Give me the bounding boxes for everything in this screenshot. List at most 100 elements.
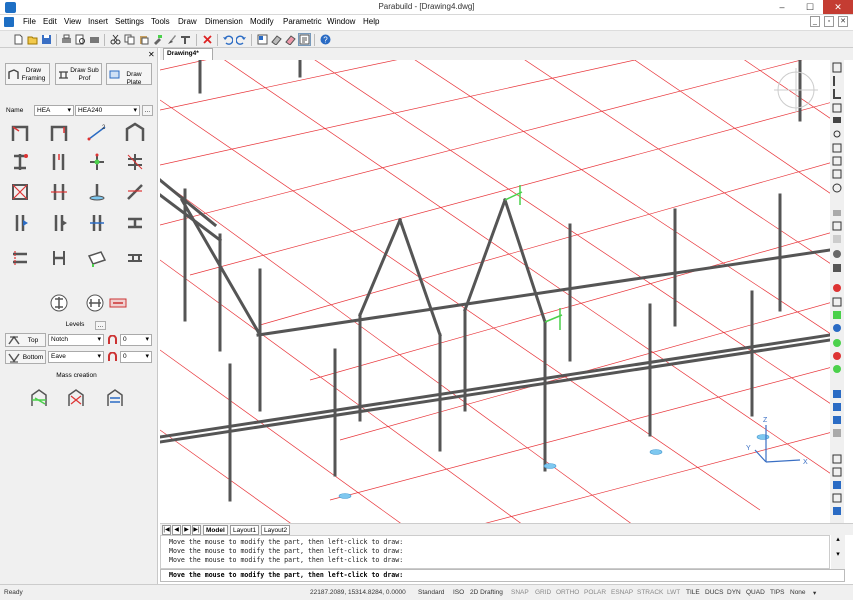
- status-workspace[interactable]: 2D Drafting: [470, 589, 503, 596]
- redo-icon[interactable]: [236, 34, 247, 45]
- tab-layout2[interactable]: Layout2: [261, 525, 291, 535]
- menu-tools[interactable]: Tools: [151, 17, 170, 26]
- mass-bracing-icon[interactable]: [66, 386, 88, 408]
- toggle-lwt[interactable]: LWT: [667, 589, 680, 596]
- connection-point-icon[interactable]: [86, 151, 108, 173]
- rotated-plate-icon[interactable]: [86, 247, 108, 269]
- twin-column-icon[interactable]: [48, 181, 70, 203]
- toggle-quad[interactable]: QUAD: [746, 589, 765, 596]
- paste-icon[interactable]: [138, 34, 149, 45]
- toggle-grid[interactable]: GRID: [535, 589, 551, 596]
- menu-help[interactable]: Help: [363, 17, 379, 26]
- delete-icon[interactable]: [202, 34, 213, 45]
- column-section-icon[interactable]: [9, 151, 31, 173]
- top-snap-icon[interactable]: [107, 335, 118, 345]
- bottom-value-input[interactable]: 0: [120, 351, 152, 363]
- mass-portal-icon[interactable]: [29, 386, 51, 408]
- insert-column-icon[interactable]: [48, 292, 70, 314]
- help-icon[interactable]: ?: [320, 34, 331, 45]
- first-tab-button[interactable]: |◀: [162, 525, 171, 535]
- open-icon[interactable]: [27, 34, 38, 45]
- menu-file[interactable]: File: [23, 17, 36, 26]
- column-pair-icon[interactable]: [48, 151, 70, 173]
- menu-dimension[interactable]: Dimension: [205, 17, 243, 26]
- toggle-ortho[interactable]: ORTHO: [556, 589, 579, 596]
- frame-corner-icon[interactable]: [48, 121, 70, 143]
- menu-insert[interactable]: Insert: [88, 17, 108, 26]
- toggle-polar[interactable]: POLAR: [584, 589, 606, 596]
- profile-size-select[interactable]: HEA240: [75, 105, 140, 116]
- top-mode-select[interactable]: Notch: [48, 334, 104, 346]
- menu-modify[interactable]: Modify: [250, 17, 274, 26]
- end-plate-icon[interactable]: [9, 212, 31, 234]
- eraser-icon[interactable]: [271, 34, 282, 45]
- beam-section-icon[interactable]: [124, 212, 146, 234]
- next-tab-button[interactable]: ▶: [182, 525, 191, 535]
- bracing-icon[interactable]: [9, 181, 31, 203]
- paintbrush-icon[interactable]: [166, 34, 177, 45]
- beam-connection-icon[interactable]: [48, 247, 70, 269]
- erase-icon[interactable]: [285, 34, 296, 45]
- draw-plate-button[interactable]: Draw Plate: [106, 63, 152, 86]
- column-grid-icon[interactable]: [124, 151, 146, 173]
- diagonal-member-icon[interactable]: [124, 181, 146, 203]
- menu-parametric[interactable]: Parametric: [283, 17, 322, 26]
- status-annotation[interactable]: None: [790, 589, 806, 596]
- toggle-snap[interactable]: SNAP: [511, 589, 529, 596]
- bottom-level-button[interactable]: Bottom: [5, 350, 46, 364]
- gable-frame-icon[interactable]: [124, 121, 146, 143]
- mass-purlin-icon[interactable]: [105, 386, 127, 408]
- splice-icon[interactable]: [48, 212, 70, 234]
- panel-close-button[interactable]: ✕: [148, 50, 155, 59]
- insert-plate-icon[interactable]: [107, 292, 129, 314]
- menu-draw[interactable]: Draw: [178, 17, 197, 26]
- toggle-dyn[interactable]: DYN: [727, 589, 741, 596]
- draw-framing-button[interactable]: Draw Framing: [5, 63, 50, 85]
- layer-icon[interactable]: [257, 34, 268, 45]
- toggle-esnap[interactable]: ESNAP: [611, 589, 633, 596]
- mdi-restore-button[interactable]: ▫: [824, 16, 834, 27]
- save-icon[interactable]: [41, 34, 52, 45]
- beam-grid-icon[interactable]: [9, 247, 31, 269]
- profile-type-select[interactable]: HEA: [34, 105, 74, 116]
- status-dim-style[interactable]: ISO: [453, 589, 464, 596]
- bottom-mode-select[interactable]: Eave: [48, 351, 104, 363]
- drawing-viewport[interactable]: Z Y X: [160, 60, 830, 523]
- tab-layout1[interactable]: Layout1: [230, 525, 260, 535]
- status-text-style[interactable]: Standard: [418, 589, 444, 596]
- insert-beam-icon[interactable]: [84, 292, 106, 314]
- bottom-snap-icon[interactable]: [107, 352, 118, 362]
- menu-edit[interactable]: Edit: [43, 17, 57, 26]
- command-scrollbar[interactable]: ▴ ▾: [831, 535, 845, 569]
- close-button[interactable]: ✕: [823, 0, 853, 14]
- layer-tools-icon[interactable]: [180, 34, 191, 45]
- menu-settings[interactable]: Settings: [115, 17, 144, 26]
- new-file-icon[interactable]: [13, 34, 24, 45]
- toggle-ducs[interactable]: DUCS: [705, 589, 723, 596]
- status-menu-arrow-icon[interactable]: ▾: [813, 589, 816, 597]
- portal-frame-icon[interactable]: [9, 121, 31, 143]
- copy-icon[interactable]: [124, 34, 135, 45]
- toggle-strack[interactable]: STRACK: [637, 589, 663, 596]
- toggle-tile[interactable]: TILE: [686, 589, 700, 596]
- doc-icon[interactable]: [4, 17, 14, 27]
- plot-icon[interactable]: [89, 34, 100, 45]
- last-tab-button[interactable]: ▶|: [192, 525, 201, 535]
- profile-browse-button[interactable]: ...: [142, 105, 153, 116]
- drawing-canvas[interactable]: Z Y X: [160, 60, 830, 523]
- slope-line-icon[interactable]: 2: [86, 121, 108, 143]
- top-level-button[interactable]: Top: [5, 333, 46, 347]
- print-preview-icon[interactable]: [75, 34, 86, 45]
- maximize-button[interactable]: ☐: [799, 0, 821, 14]
- tab-drawing[interactable]: Drawing4*: [163, 48, 213, 60]
- menu-window[interactable]: Window: [327, 17, 355, 26]
- draw-sub-prof-button[interactable]: Draw Sub Prof: [55, 63, 102, 85]
- command-input[interactable]: Move the mouse to modify the part, then …: [160, 569, 845, 582]
- top-value-input[interactable]: 0: [120, 334, 152, 346]
- base-plate-icon[interactable]: [86, 181, 108, 203]
- undo-icon[interactable]: [222, 34, 233, 45]
- purlin-icon[interactable]: [124, 247, 146, 269]
- minimize-button[interactable]: –: [771, 0, 793, 14]
- mdi-close-button[interactable]: ✕: [838, 16, 848, 27]
- menu-view[interactable]: View: [64, 17, 81, 26]
